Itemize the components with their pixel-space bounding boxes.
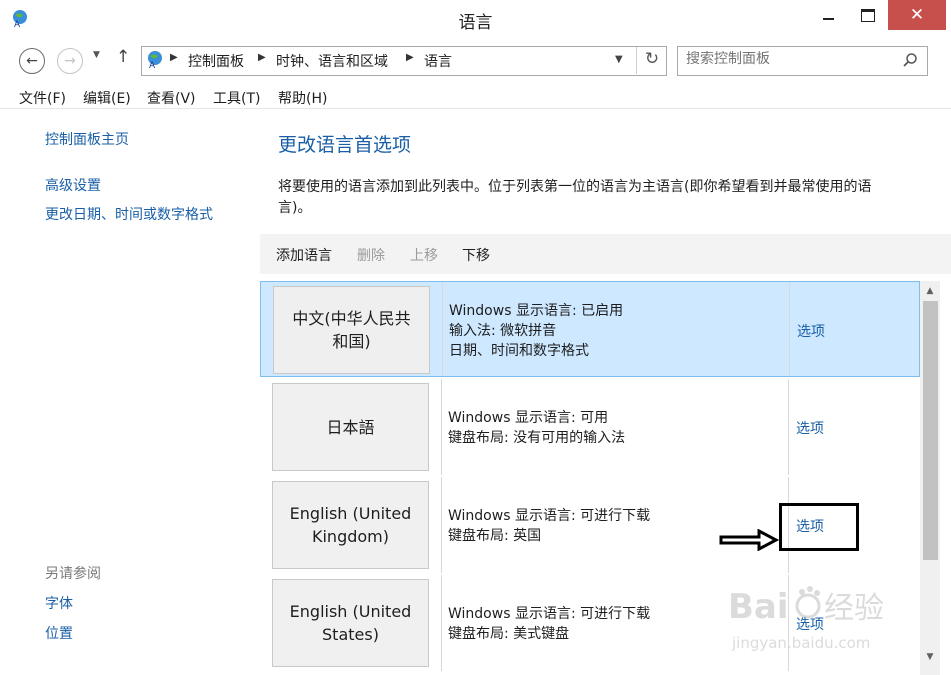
forward-arrow-icon: → [64,53,76,69]
language-name-continued: 和国) [332,332,371,351]
minimize-icon [822,18,834,20]
back-button[interactable]: ← [19,48,45,74]
column-divider [788,379,789,475]
display-language-status: Windows 显示语言: 已启用 [449,303,624,319]
page-title: 更改语言首选项 [278,134,412,156]
svg-text:经验: 经验 [824,591,884,626]
scroll-down-icon: ▼ [926,652,934,662]
move-down-button[interactable]: 下移 [462,245,490,265]
address-dropdown-button[interactable]: ▼ [615,54,623,65]
language-name: 中文(中华人民共 [292,309,411,328]
language-name: English (United [289,504,412,523]
change-date-time-format-link[interactable]: 更改日期、时间或数字格式 [45,204,213,224]
move-up-button[interactable]: 上移 [410,245,438,265]
svg-text:jingyan.baidu.com: jingyan.baidu.com [731,634,870,652]
language-tile[interactable]: 中文(中华人民共 和国) [273,286,430,374]
search-input[interactable] [686,51,886,67]
chevron-down-icon: ▼ [615,54,623,65]
display-language-status: Windows 显示语言: 可进行下载 [448,606,651,622]
keyboard-layout-info: 键盘布局: 没有可用的输入法 [448,430,626,446]
chevron-down-icon: ▼ [93,50,100,60]
menu-file[interactable]: 文件(F) [19,88,66,108]
display-language-status: Windows 显示语言: 可用 [448,410,609,426]
scroll-up-icon: ▲ [926,286,934,296]
scrollbar-thumb[interactable] [923,301,938,560]
maximize-button[interactable] [848,0,888,30]
breadcrumb-clock-language-region[interactable]: 时钟、语言和区域 [276,51,388,71]
see-also-heading: 另请参阅 [45,566,101,582]
menu-edit[interactable]: 编辑(E) [83,88,131,108]
language-name-continued: States) [322,625,379,644]
menu-tools[interactable]: 工具(T) [213,88,260,108]
column-divider [442,282,443,376]
menu-divider [0,108,951,109]
menu-help[interactable]: 帮助(H) [278,88,327,108]
remove-button[interactable]: 删除 [357,245,385,265]
fonts-link[interactable]: 字体 [45,593,73,613]
breadcrumb-separator-icon[interactable]: ▶ [258,52,266,63]
language-row-chinese[interactable]: 中文(中华人民共 和国) Windows 显示语言: 已启用 输入法: 微软拼音 … [260,281,920,377]
column-divider [789,282,790,376]
scroll-up-button[interactable]: ▲ [920,282,940,300]
breadcrumb-control-panel[interactable]: 控制面板 [188,51,244,71]
recent-locations-button[interactable]: ▼ [93,50,100,60]
date-time-format-info: 日期、时间和数字格式 [449,343,589,359]
column-divider [441,477,442,573]
baidu-watermark-logo: Bai 经验 jingyan.baidu.com [728,586,884,652]
language-tile[interactable]: 日本語 [272,383,429,471]
minimize-button[interactable] [808,0,848,30]
advanced-settings-link[interactable]: 高级设置 [45,175,101,195]
annotation-highlight-box [779,503,859,551]
scroll-down-button[interactable]: ▼ [920,648,940,666]
language-tile[interactable]: English (United States) [272,579,429,667]
keyboard-layout-info: 键盘布局: 英国 [448,528,542,544]
search-icon[interactable] [902,52,918,68]
control-panel-icon: A [148,51,162,69]
up-arrow-icon: ↑ [116,47,131,67]
forward-button[interactable]: → [57,48,83,74]
input-method-info: 输入法: 微软拼音 [449,323,557,339]
language-name: English (United [289,602,412,621]
options-link[interactable]: 选项 [796,418,824,438]
address-divider [636,47,637,74]
column-divider [441,575,442,671]
svg-text:Bai: Bai [728,587,789,627]
page-description-continued: 言)。 [278,200,312,216]
close-icon: ✕ [909,5,925,25]
breadcrumb-language[interactable]: 语言 [424,51,452,71]
add-language-button[interactable]: 添加语言 [276,245,332,265]
maximize-icon [861,9,875,22]
column-divider [441,379,442,475]
refresh-button[interactable]: ↻ [640,49,664,71]
page-description: 将要使用的语言添加到此列表中。位于列表第一位的语言为主语言(即你希望看到并最常使… [278,179,872,195]
location-link[interactable]: 位置 [45,623,73,643]
menu-view[interactable]: 查看(V) [147,88,196,108]
back-arrow-icon: ← [26,53,38,69]
close-button[interactable]: ✕ [888,0,946,30]
refresh-icon: ↻ [644,49,660,69]
language-name-continued: Kingdom) [311,527,389,546]
up-level-button[interactable]: ↑ [116,47,130,67]
language-row-japanese[interactable]: 日本語 Windows 显示语言: 可用 键盘布局: 没有可用的输入法 选项 [260,379,920,475]
language-tile[interactable]: English (United Kingdom) [272,481,429,569]
annotation-arrow-icon [719,529,779,551]
svg-text:A: A [149,61,156,69]
breadcrumb-separator-icon[interactable]: ▶ [406,52,414,63]
display-language-status: Windows 显示语言: 可进行下载 [448,508,651,524]
control-panel-home-link[interactable]: 控制面板主页 [45,129,129,149]
keyboard-layout-info: 键盘布局: 美式键盘 [448,626,570,642]
breadcrumb-separator-icon[interactable]: ▶ [170,52,178,63]
options-link[interactable]: 选项 [797,321,825,341]
language-name: 日本語 [326,417,375,437]
